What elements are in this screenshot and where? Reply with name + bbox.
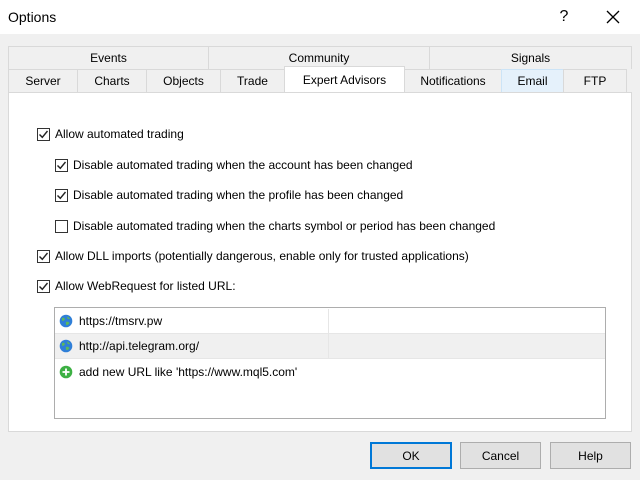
check-icon: [39, 282, 49, 290]
allow-webrequest-label: Allow WebRequest for listed URL:: [55, 279, 236, 293]
expert-advisors-panel: Allow automated trading Disable automate…: [8, 92, 632, 432]
plus-icon: [59, 365, 73, 379]
title-bar: Options ?: [0, 0, 640, 34]
checkbox-box[interactable]: [55, 188, 68, 202]
tab-expert-advisors[interactable]: Expert Advisors: [284, 66, 405, 92]
checkbox-box[interactable]: [37, 249, 50, 263]
allow-automated-trading-checkbox[interactable]: Allow automated trading: [37, 126, 184, 142]
allow-webrequest-checkbox[interactable]: Allow WebRequest for listed URL:: [37, 278, 236, 294]
close-icon: [606, 10, 620, 24]
url-text: https://tmsrv.pw: [79, 314, 163, 328]
allow-dll-imports-label: Allow DLL imports (potentially dangerous…: [55, 249, 469, 263]
tab-objects[interactable]: Objects: [146, 69, 221, 92]
help-button[interactable]: Help: [550, 442, 631, 469]
checkbox-box[interactable]: [37, 279, 50, 293]
question-mark-icon: ?: [559, 8, 569, 25]
tab-row-lower: Server Charts Objects Trade Expert Advis…: [8, 66, 627, 92]
window-title: Options: [8, 9, 57, 25]
tab-ftp[interactable]: FTP: [563, 69, 627, 92]
disable-on-symbol-change-checkbox[interactable]: Disable automated trading when the chart…: [55, 218, 495, 234]
tab-events[interactable]: Events: [8, 46, 209, 69]
tab-server[interactable]: Server: [8, 69, 78, 92]
tab-email[interactable]: Email: [501, 69, 564, 92]
disable-on-account-change-checkbox[interactable]: Disable automated trading when the accou…: [55, 157, 413, 173]
list-item[interactable]: http://api.telegram.org/: [55, 334, 605, 359]
tab-trade[interactable]: Trade: [220, 69, 285, 92]
disable-on-account-change-label: Disable automated trading when the accou…: [73, 158, 413, 172]
tab-charts[interactable]: Charts: [77, 69, 147, 92]
url-text: http://api.telegram.org/: [79, 339, 200, 353]
allow-automated-trading-label: Allow automated trading: [55, 127, 184, 141]
checkbox-box[interactable]: [55, 219, 68, 233]
disable-on-profile-change-checkbox[interactable]: Disable automated trading when the profi…: [55, 187, 403, 203]
add-url-row[interactable]: add new URL like 'https://www.mql5.com': [55, 360, 297, 384]
options-dialog: Options ? Events Community Signals Serve…: [0, 0, 640, 480]
list-item[interactable]: https://tmsrv.pw: [55, 309, 605, 334]
check-icon: [57, 161, 67, 169]
help-title-button[interactable]: ?: [542, 0, 586, 34]
url-list[interactable]: https://tmsrv.pw http://api.telegram.org…: [54, 307, 606, 419]
cancel-button[interactable]: Cancel: [460, 442, 541, 469]
tab-notifications[interactable]: Notifications: [404, 69, 502, 92]
check-icon: [39, 130, 49, 138]
check-icon: [39, 252, 49, 260]
add-url-prompt: add new URL like 'https://www.mql5.com': [79, 365, 298, 379]
disable-on-symbol-change-label: Disable automated trading when the chart…: [73, 219, 496, 233]
allow-dll-imports-checkbox[interactable]: Allow DLL imports (potentially dangerous…: [37, 248, 469, 264]
ok-button[interactable]: OK: [370, 442, 452, 469]
tab-signals[interactable]: Signals: [429, 46, 632, 69]
checkbox-box[interactable]: [37, 127, 50, 141]
globe-icon: [59, 314, 73, 328]
check-icon: [57, 191, 67, 199]
close-button[interactable]: [590, 0, 636, 34]
checkbox-box[interactable]: [55, 158, 68, 172]
disable-on-profile-change-label: Disable automated trading when the profi…: [73, 188, 404, 202]
globe-icon: [59, 339, 73, 353]
